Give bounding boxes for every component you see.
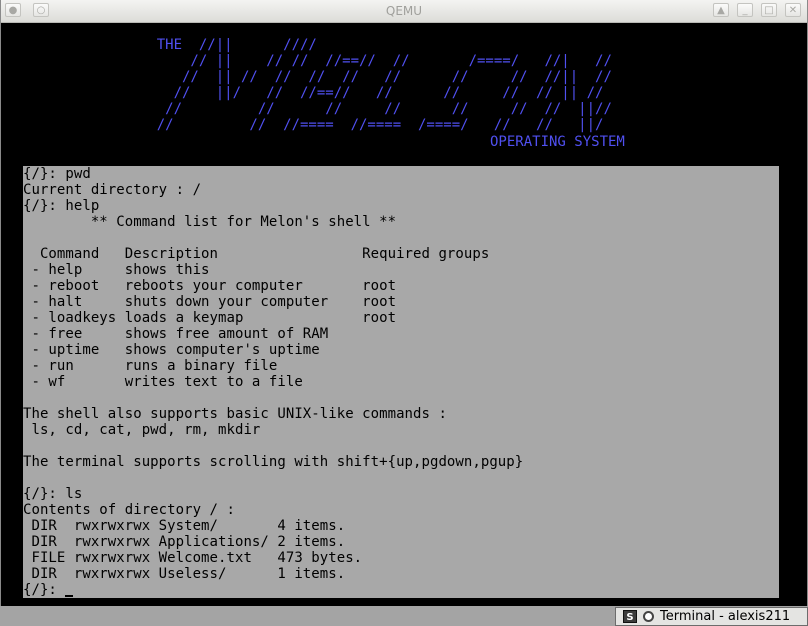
taskbar-item-label: Terminal - alexis211 — [660, 609, 791, 624]
console-line: - uptime shows computer's uptime — [23, 342, 320, 358]
console-line — [23, 438, 779, 454]
console-line: {/}: help — [23, 198, 100, 214]
console-line — [23, 470, 779, 486]
console-line: The shell also supports basic UNIX-like … — [23, 406, 447, 422]
logo-subtitle: OPERATING SYSTEM — [490, 134, 625, 150]
text-cursor — [65, 595, 74, 597]
console-line: - reboot reboots your computer root — [23, 278, 397, 294]
window-title: QEMU — [385, 4, 423, 18]
console-line: - help shows this — [23, 262, 210, 278]
window-titlebar[interactable]: ● ○ QEMU ▲ _ □ ✕ — [1, 0, 807, 23]
logo-line: // // // // // // // ||// — [5, 101, 612, 117]
logo-line: THE //|| //// — [5, 37, 317, 53]
qemu-window: ● ○ QEMU ▲ _ □ ✕ THE //|| //// // || // … — [0, 0, 808, 606]
console-line: DIR rwxrwxrwx Useless/ 1 items. — [23, 566, 346, 582]
console-line: Contents of directory / : — [23, 502, 235, 518]
console-line: DIR rwxrwxrwx System/ 4 items. — [23, 518, 346, 534]
console-line: {/}: ls — [23, 486, 83, 502]
console-line: - free shows free amount of RAM — [23, 326, 329, 342]
taskbar: S Terminal - alexis211 — [0, 606, 808, 626]
console-line: ** Command list for Melon's shell ** — [23, 214, 397, 230]
shade-up-icon[interactable]: ▲ — [713, 3, 729, 17]
console-line: ls, cd, cat, pwd, rm, mkdir — [23, 422, 261, 438]
close-button[interactable]: ✕ — [785, 3, 801, 17]
logo-line: // // //==== //==== /====/ // // ||/ — [5, 117, 604, 133]
melon-logo: THE //|| //// // || // // //==// // /===… — [5, 23, 805, 159]
shell-prompt: {/}: — [23, 582, 66, 598]
console-line: {/}: pwd — [23, 166, 91, 182]
logo-line: // || // // //==// // /====/ //| // — [5, 53, 612, 69]
logo-line: // ||/ // //==// // // // // || // — [5, 85, 604, 101]
console-line: - wf writes text to a file — [23, 374, 303, 390]
console-line — [23, 230, 779, 246]
minimize-button[interactable]: _ — [737, 3, 753, 17]
logo-line: // || // // // // // // // //|| // — [5, 69, 612, 85]
taskbar-item-terminal[interactable]: S Terminal - alexis211 — [615, 607, 808, 626]
shell-console[interactable]: {/}: pwd Current directory : / {/}: help… — [23, 166, 779, 598]
console-line: - loadkeys loads a keymap root — [23, 310, 397, 326]
app-status-icon — [643, 611, 654, 622]
console-line: - halt shuts down your computer root — [23, 294, 397, 310]
console-line: DIR rwxrwxrwx Applications/ 2 items. — [23, 534, 346, 550]
console-line: The terminal supports scrolling with shi… — [23, 454, 524, 470]
terminal-icon: S — [623, 610, 637, 623]
prompt-line[interactable]: {/}: — [23, 582, 779, 598]
console-line: Current directory : / — [23, 182, 202, 198]
guest-screen[interactable]: THE //|| //// // || // // //==// // /===… — [5, 23, 805, 604]
console-line — [23, 390, 779, 406]
console-line: Command Description Required groups — [23, 246, 490, 262]
maximize-button[interactable]: □ — [761, 3, 777, 17]
console-line: - run runs a binary file — [23, 358, 278, 374]
console-line: FILE rwxrwxrwx Welcome.txt 473 bytes. — [23, 550, 363, 566]
